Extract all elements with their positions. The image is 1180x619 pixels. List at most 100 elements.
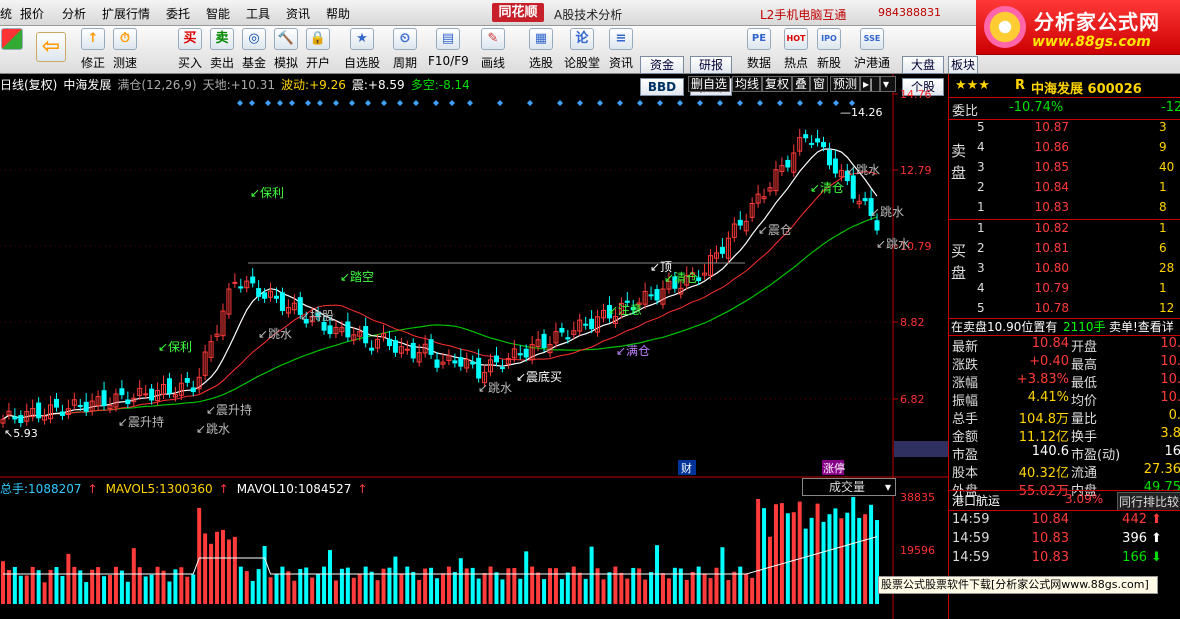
volume-bar bbox=[54, 567, 59, 604]
menu-smart[interactable]: 智能 bbox=[206, 5, 230, 22]
account-number: 984388831 bbox=[878, 6, 941, 19]
sell-row[interactable]: 4 10.86 9 bbox=[949, 140, 1180, 159]
flower-icon bbox=[984, 6, 1026, 48]
fund-button[interactable]: ◎ 基金 bbox=[240, 28, 268, 72]
menu-help[interactable]: 帮助 bbox=[326, 5, 350, 22]
signal-diamond bbox=[557, 100, 563, 106]
overlay-button[interactable]: 叠 bbox=[792, 76, 811, 92]
sell-button[interactable]: 卖 卖出 bbox=[208, 28, 236, 72]
zhen-value: +8.59 bbox=[367, 78, 405, 92]
expand-icon[interactable]: ▸| bbox=[860, 76, 880, 92]
volume-bar bbox=[589, 546, 594, 604]
chevron-down-icon[interactable]: ▾ bbox=[880, 76, 896, 92]
volume-bar bbox=[803, 528, 808, 604]
picker-icon: ▦ bbox=[529, 28, 553, 50]
new-stock-button[interactable]: IPO 新股 bbox=[814, 28, 844, 72]
stock-connect-button[interactable]: SSE 沪港通 bbox=[850, 28, 894, 72]
sector-dropdown[interactable]: 板块 bbox=[948, 56, 978, 74]
stock-picker-button[interactable]: ▦ 选股 bbox=[524, 28, 558, 72]
menu-order[interactable]: 委托 bbox=[166, 5, 190, 22]
signal-diamond bbox=[527, 100, 533, 106]
buy-row[interactable]: 2 10.81 6 bbox=[949, 241, 1180, 260]
watchlist-button[interactable]: ★ 自选股 bbox=[342, 28, 382, 72]
buy-row[interactable]: 1 10.82 1 bbox=[949, 221, 1180, 240]
menu-news[interactable]: 资讯 bbox=[286, 5, 310, 22]
moving-average-button[interactable]: 均线 bbox=[732, 76, 763, 92]
grid-view-button[interactable] bbox=[0, 28, 24, 72]
chart-annotation: ↙跳水 bbox=[478, 381, 512, 395]
volume-bar bbox=[215, 531, 220, 604]
signal-diamond bbox=[305, 100, 311, 106]
adjust-price-button[interactable]: 复权 bbox=[762, 76, 793, 92]
signal-diamond bbox=[413, 100, 419, 106]
back-button[interactable]: ⇦ bbox=[34, 28, 68, 72]
signal-diamond bbox=[381, 100, 387, 106]
volume-bar bbox=[845, 512, 850, 604]
candle-body bbox=[493, 355, 499, 363]
menu-analysis[interactable]: 分析 bbox=[62, 5, 86, 22]
volume-bar bbox=[452, 572, 457, 604]
last-price-marker bbox=[894, 441, 948, 457]
candle-body bbox=[327, 325, 333, 335]
volume-header: 总手:1088207 ↑ MAVOL5:1300360 ↑ MAVOL10:108452… bbox=[0, 482, 368, 496]
remove-watchlist-button[interactable]: 删自选 bbox=[688, 76, 731, 92]
f10-f9-button[interactable]: ▤ F10/F9 bbox=[428, 28, 469, 72]
signal-diamond bbox=[817, 100, 823, 106]
sell-row[interactable]: 3 10.85 40 bbox=[949, 160, 1180, 179]
kline-chart[interactable]: 14.7612.7910.798.826.825.503883519596↙保利… bbox=[0, 74, 948, 619]
research-report-button[interactable]: 研报 bbox=[690, 56, 732, 74]
volume-bar bbox=[666, 578, 671, 604]
signal-diamond bbox=[277, 100, 283, 106]
buy-button[interactable]: 买 买入 bbox=[176, 28, 204, 72]
chevron-down-icon: ▾ bbox=[884, 480, 891, 494]
draw-line-button[interactable]: ✎ 画线 bbox=[476, 28, 510, 72]
sell-row[interactable]: 1 10.83 8 bbox=[949, 200, 1180, 219]
forecast-chart-button[interactable]: 预测 bbox=[830, 76, 861, 92]
sell-row[interactable]: 5 10.87 3 bbox=[949, 120, 1180, 139]
data-button[interactable]: PE 数据 bbox=[742, 28, 776, 72]
menu-quote[interactable]: 报价 bbox=[20, 5, 44, 22]
candle-body bbox=[345, 321, 351, 338]
fix-button[interactable]: ↑ 修正 bbox=[78, 28, 108, 72]
candle-body bbox=[470, 361, 476, 365]
signal-diamond bbox=[433, 100, 439, 106]
low-price-label: ↖5.93 bbox=[4, 427, 38, 440]
volume-bar bbox=[738, 566, 743, 604]
volume-bar bbox=[48, 569, 53, 604]
sell-row[interactable]: 2 10.84 1 bbox=[949, 180, 1180, 199]
download-banner[interactable]: 股票公式股票软件下载[分析家公式网www.88gs.com] bbox=[878, 576, 1158, 594]
volume-bar bbox=[708, 578, 713, 604]
buy-row[interactable]: 4 10.79 1 bbox=[949, 281, 1180, 300]
volume-bar bbox=[60, 575, 65, 604]
buy-row[interactable]: 3 10.80 28 bbox=[949, 261, 1180, 280]
arrow-up-icon: ⬆ bbox=[1151, 512, 1162, 527]
simulate-button[interactable]: 🔨 模拟 bbox=[272, 28, 300, 72]
sector-row[interactable]: 港口航运 3.09% 同行排比较 bbox=[949, 492, 1180, 511]
volume-bar bbox=[119, 570, 124, 604]
volume-type-select[interactable]: 成交量 ▾ bbox=[802, 478, 896, 496]
chart-annotation: ↙震升持 bbox=[206, 402, 252, 417]
volume-bar bbox=[756, 498, 761, 604]
menu-tools[interactable]: 工具 bbox=[246, 5, 270, 22]
speed-test-button[interactable]: ⏱ 测速 bbox=[110, 28, 140, 72]
news-button[interactable]: ≡ 资讯 bbox=[606, 28, 636, 72]
candle-body bbox=[583, 323, 589, 326]
volume-bar bbox=[601, 579, 606, 604]
menu-extended-quotes[interactable]: 扩展行情 bbox=[102, 5, 150, 22]
volume-bar bbox=[351, 577, 356, 604]
signal-diamond bbox=[757, 100, 763, 106]
hotspot-button[interactable]: HOT 热点 bbox=[782, 28, 810, 72]
l2-promo-link[interactable]: L2手机电脑互通 bbox=[760, 6, 846, 23]
open-account-button[interactable]: 🔒 开户 bbox=[304, 28, 332, 72]
fund-flow-dropdown[interactable]: 资金 bbox=[640, 56, 684, 74]
menu-system[interactable]: 统 bbox=[0, 5, 12, 22]
window-button[interactable]: 窗 bbox=[810, 76, 829, 92]
market-index-dropdown[interactable]: 大盘 bbox=[902, 56, 944, 74]
kline-chart-area[interactable]: 14.7612.7910.798.826.825.503883519596↙保利… bbox=[0, 74, 948, 619]
volume-bar bbox=[322, 566, 327, 604]
stock-name-label: 中海发展 bbox=[63, 78, 112, 92]
period-button[interactable]: ⏲ 周期 bbox=[388, 28, 422, 72]
chart-annotation: ↙保利 bbox=[158, 340, 192, 354]
volume-bar bbox=[399, 573, 404, 604]
forum-button[interactable]: 论 论股堂 bbox=[562, 28, 602, 72]
